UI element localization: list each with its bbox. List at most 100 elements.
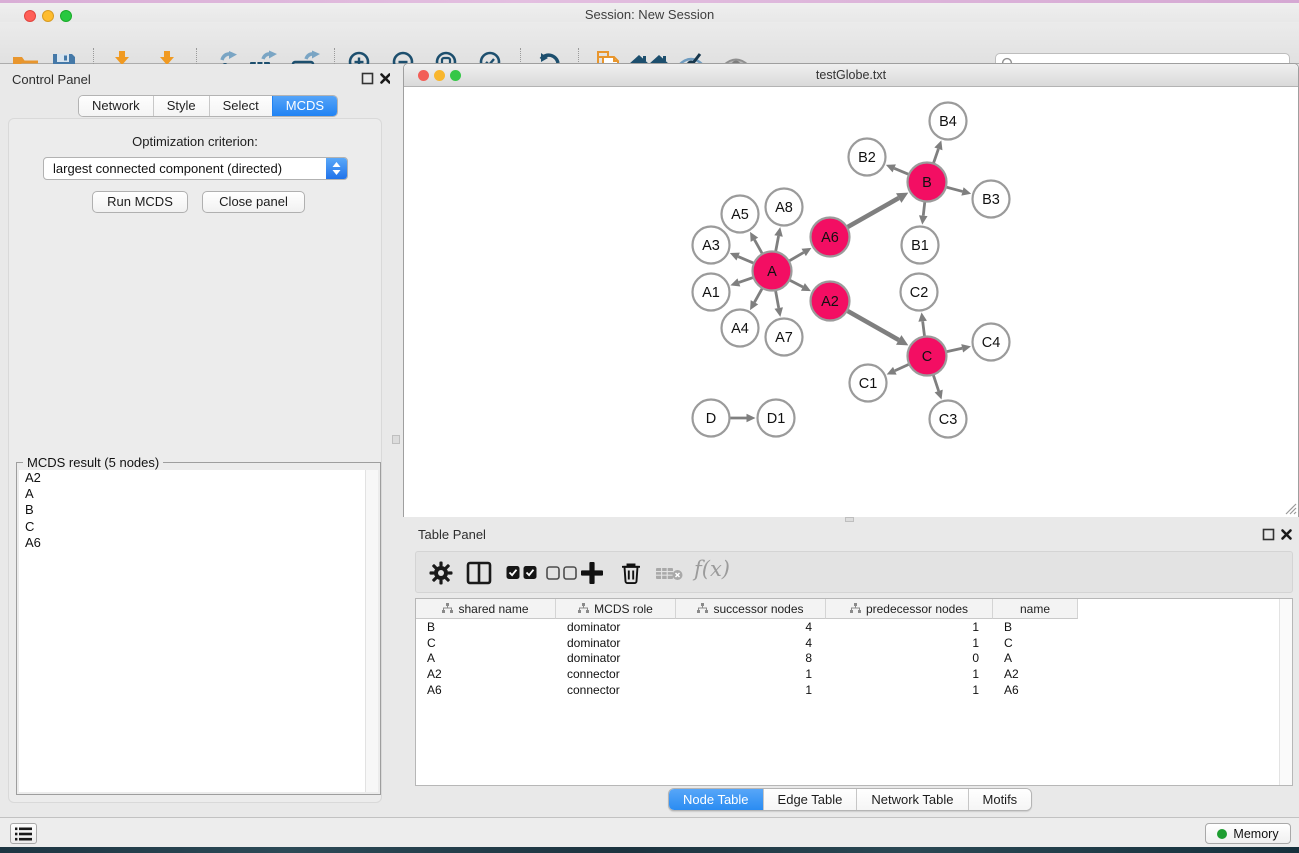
cell-successor-nodes[interactable]: 1 bbox=[676, 683, 826, 699]
shared-column-icon bbox=[697, 603, 708, 614]
node-label-A4: A4 bbox=[731, 321, 749, 337]
network-canvas[interactable]: AA1A2A3A4A5A6A7A8BB1B2B3B4CC1C2C3C4DD1 bbox=[404, 87, 1298, 517]
cell-MCDS-role[interactable]: dominator bbox=[556, 620, 676, 636]
cell-name[interactable]: A6 bbox=[993, 683, 1078, 699]
close-panel-button[interactable]: Close panel bbox=[202, 191, 305, 213]
dropdown-stepper-icon bbox=[326, 158, 347, 179]
float-table-panel-icon[interactable] bbox=[1262, 528, 1275, 541]
mcds-result-list[interactable]: A2ABCA6 bbox=[19, 470, 365, 792]
mcds-result-group: MCDS result (5 nodes) A2ABCA6 bbox=[16, 462, 381, 795]
cell-predecessor-nodes[interactable]: 1 bbox=[826, 667, 993, 683]
network-view-window: testGlobe.txt AA1A2A3A4A5A6A7A8BB1B2B3B4… bbox=[403, 63, 1299, 517]
table-row[interactable]: Bdominator41B bbox=[416, 620, 1078, 636]
result-list-scrollbar[interactable] bbox=[365, 470, 378, 792]
vertical-split-divider[interactable] bbox=[390, 64, 403, 817]
cell-shared-name[interactable]: A bbox=[416, 651, 556, 667]
settings-gear-icon[interactable] bbox=[428, 560, 454, 586]
select-all-checkboxes-icon[interactable] bbox=[506, 565, 538, 580]
column-header-shared-name[interactable]: shared name bbox=[416, 599, 556, 619]
table-row[interactable]: Adominator80A bbox=[416, 651, 1078, 667]
delete-table-icon-disabled bbox=[656, 566, 684, 581]
node-label-A7: A7 bbox=[775, 330, 793, 346]
column-header-predecessor-nodes[interactable]: predecessor nodes bbox=[826, 599, 993, 619]
edge-arrowhead bbox=[918, 312, 927, 321]
tab-style[interactable]: Style bbox=[153, 96, 209, 116]
main-toolbar bbox=[0, 22, 1299, 64]
node-label-A3: A3 bbox=[702, 238, 720, 254]
table-row[interactable]: Cdominator41C bbox=[416, 636, 1078, 652]
cell-successor-nodes[interactable]: 8 bbox=[676, 651, 826, 667]
cell-name[interactable]: A2 bbox=[993, 667, 1078, 683]
cell-successor-nodes[interactable]: 4 bbox=[676, 636, 826, 652]
split-columns-icon[interactable] bbox=[466, 560, 492, 586]
node-label-B: B bbox=[922, 175, 932, 191]
network-graph[interactable]: AA1A2A3A4A5A6A7A8BB1B2B3B4CC1C2C3C4DD1 bbox=[404, 87, 1298, 516]
result-item[interactable]: A2 bbox=[19, 470, 365, 486]
app-titlebar: Session: New Session bbox=[0, 3, 1299, 22]
delete-column-icon[interactable] bbox=[618, 560, 644, 586]
tab-select[interactable]: Select bbox=[209, 96, 272, 116]
node-label-B4: B4 bbox=[939, 114, 957, 130]
cell-shared-name[interactable]: B bbox=[416, 620, 556, 636]
cell-predecessor-nodes[interactable]: 1 bbox=[826, 683, 993, 699]
node-label-C1: C1 bbox=[859, 376, 878, 392]
cell-MCDS-role[interactable]: connector bbox=[556, 667, 676, 683]
cell-MCDS-role[interactable]: dominator bbox=[556, 636, 676, 652]
close-table-panel-icon[interactable] bbox=[1280, 528, 1293, 541]
criterion-dropdown[interactable]: largest connected component (directed) bbox=[43, 157, 348, 180]
optimization-criterion-label: Optimization criterion: bbox=[0, 134, 390, 149]
result-item[interactable]: B bbox=[19, 502, 365, 518]
result-item[interactable]: A bbox=[19, 486, 365, 502]
cell-shared-name[interactable]: A6 bbox=[416, 683, 556, 699]
cell-predecessor-nodes[interactable]: 1 bbox=[826, 636, 993, 652]
result-item[interactable]: A6 bbox=[19, 535, 365, 551]
cell-shared-name[interactable]: C bbox=[416, 636, 556, 652]
cell-MCDS-role[interactable]: dominator bbox=[556, 651, 676, 667]
network-window-title: testGlobe.txt bbox=[404, 68, 1298, 82]
node-label-B1: B1 bbox=[911, 238, 929, 254]
cell-name[interactable]: A bbox=[993, 651, 1078, 667]
criterion-dropdown-value: largest connected component (directed) bbox=[53, 161, 282, 176]
task-history-button[interactable] bbox=[10, 823, 37, 844]
result-item[interactable]: C bbox=[19, 519, 365, 535]
cell-name[interactable]: C bbox=[993, 636, 1078, 652]
edge-arrowhead bbox=[774, 227, 782, 237]
tab-motifs[interactable]: Motifs bbox=[968, 789, 1032, 810]
app-window-title: Session: New Session bbox=[0, 7, 1299, 22]
table-row[interactable]: A6connector11A6 bbox=[416, 683, 1078, 699]
cell-name[interactable]: B bbox=[993, 620, 1078, 636]
memory-button[interactable]: Memory bbox=[1205, 823, 1291, 844]
cell-MCDS-role[interactable]: connector bbox=[556, 683, 676, 699]
table-scrollbar[interactable] bbox=[1279, 599, 1292, 785]
cell-predecessor-nodes[interactable]: 1 bbox=[826, 620, 993, 636]
table-toolbar: f(x) bbox=[415, 551, 1293, 593]
node-label-A5: A5 bbox=[731, 207, 749, 223]
cell-shared-name[interactable]: A2 bbox=[416, 667, 556, 683]
run-mcds-button[interactable]: Run MCDS bbox=[92, 191, 188, 213]
table-panel-title: Table Panel bbox=[418, 527, 486, 542]
node-label-A6: A6 bbox=[821, 230, 839, 246]
float-panel-icon[interactable] bbox=[361, 72, 374, 85]
network-window-titlebar[interactable]: testGlobe.txt bbox=[404, 64, 1298, 87]
node-label-C: C bbox=[922, 349, 932, 365]
table-row[interactable]: A2connector11A2 bbox=[416, 667, 1078, 683]
column-header-label: successor nodes bbox=[713, 602, 803, 616]
deselect-all-checkboxes-icon[interactable] bbox=[546, 566, 578, 580]
cell-successor-nodes[interactable]: 4 bbox=[676, 620, 826, 636]
column-header-successor-nodes[interactable]: successor nodes bbox=[676, 599, 826, 619]
column-header-MCDS-role[interactable]: MCDS role bbox=[556, 599, 676, 619]
tab-edge-table[interactable]: Edge Table bbox=[763, 789, 857, 810]
cell-predecessor-nodes[interactable]: 0 bbox=[826, 651, 993, 667]
tab-node-table[interactable]: Node Table bbox=[669, 789, 763, 810]
cell-successor-nodes[interactable]: 1 bbox=[676, 667, 826, 683]
divider-handle[interactable] bbox=[392, 435, 400, 444]
window-resize-grip[interactable] bbox=[1283, 501, 1297, 515]
column-header-name[interactable]: name bbox=[993, 599, 1078, 619]
tab-network[interactable]: Network bbox=[79, 96, 153, 116]
add-column-icon[interactable] bbox=[579, 560, 605, 586]
tab-network-table[interactable]: Network Table bbox=[856, 789, 967, 810]
table-panel: Table Panel f(x) shared nameMCDS role suc… bbox=[403, 522, 1299, 817]
node-table[interactable]: shared nameMCDS role successor nodes prede… bbox=[415, 598, 1293, 786]
tab-mcds[interactable]: MCDS bbox=[272, 96, 337, 116]
list-icon bbox=[15, 827, 32, 841]
